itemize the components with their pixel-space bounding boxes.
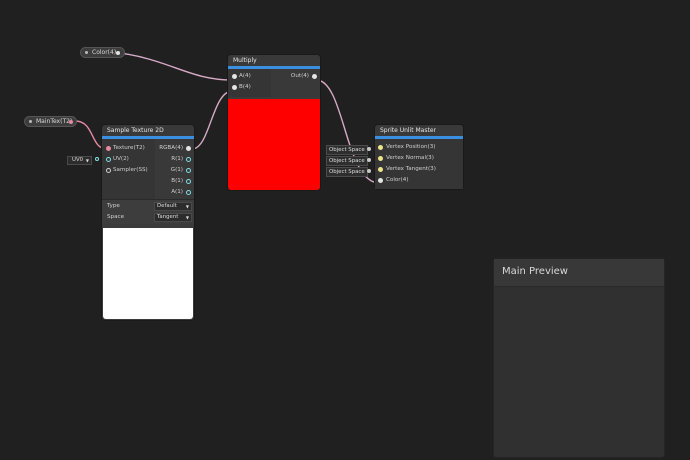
uv-channel-dropdown[interactable]: UV0 ▼: [67, 156, 92, 165]
color-socket-icon[interactable]: [378, 178, 383, 183]
port-label: Sampler(SS): [113, 167, 148, 173]
port-label: B(4): [239, 84, 251, 90]
maintex-output-socket-icon[interactable]: [69, 119, 73, 124]
vertex-normal-space-tag[interactable]: Object Space: [326, 156, 368, 166]
space-link-socket-icon: [367, 169, 371, 173]
wire-color-to-a: [119, 52, 233, 81]
rgba-socket-icon[interactable]: [186, 146, 191, 151]
port-label: RGBA(4): [159, 145, 183, 151]
main-preview-panel[interactable]: Main Preview: [493, 258, 665, 458]
chevron-down-icon: ▼: [85, 158, 89, 163]
a-socket-icon[interactable]: [232, 74, 237, 79]
chevron-down-icon: ▼: [185, 215, 189, 220]
sample-texture-2d-node[interactable]: Sample Texture 2D Texture(T2) UV(2) Samp…: [102, 125, 194, 320]
space-tag-label: Object Space: [329, 158, 365, 164]
uv-socket-icon[interactable]: [106, 157, 111, 162]
node-title: Sample Texture 2D: [102, 125, 194, 136]
wire-rgba-to-b: [191, 90, 233, 150]
maintex-property-node[interactable]: MainTex(T2): [24, 116, 77, 127]
output-port-a[interactable]: A(1): [156, 188, 194, 197]
port-label: A(4): [239, 73, 251, 79]
b-socket-icon[interactable]: [232, 85, 237, 90]
sampler-socket-icon[interactable]: [106, 168, 111, 173]
port-label: A(1): [171, 189, 183, 195]
port-label: G(1): [170, 167, 183, 173]
multiply-preview: [228, 99, 320, 190]
node-title: Multiply: [228, 55, 320, 66]
uv-link-socket-icon[interactable]: [95, 157, 99, 161]
output-port-rgba[interactable]: RGBA(4): [156, 144, 194, 153]
port-label: Color(4): [386, 177, 409, 183]
color-property-node[interactable]: Color(4): [80, 47, 125, 58]
port-label: Vertex Position(3): [386, 144, 436, 150]
type-dropdown[interactable]: Default ▼: [154, 202, 192, 211]
type-label: Type: [107, 203, 120, 209]
maintex-property-label: MainTex(T2): [36, 118, 73, 125]
output-port-out[interactable]: Out(4): [284, 72, 320, 81]
port-label: R(1): [171, 156, 183, 162]
space-tag-label: Object Space: [329, 147, 365, 153]
space-dropdown[interactable]: Tangent ▼: [154, 213, 192, 222]
sprite-unlit-master-node[interactable]: Sprite Unlit Master Vertex Position(3) V…: [375, 125, 463, 189]
space-value: Tangent: [157, 214, 179, 220]
property-dot-icon: [85, 51, 88, 54]
color-output-socket-icon[interactable]: [116, 50, 120, 55]
port-label: UV(2): [113, 156, 129, 162]
vertex-normal-socket-icon[interactable]: [378, 156, 383, 161]
color-property-label: Color(4): [92, 49, 117, 56]
a-socket-icon[interactable]: [186, 190, 191, 195]
node-title: Sprite Unlit Master: [375, 125, 463, 136]
r-socket-icon[interactable]: [186, 157, 191, 162]
port-label: Texture(T2): [113, 145, 145, 151]
space-link-socket-icon: [367, 158, 371, 162]
texture-preview: [103, 228, 193, 319]
property-dot-icon: [29, 120, 32, 123]
port-label: Vertex Normal(3): [386, 155, 434, 161]
out-socket-icon[interactable]: [312, 74, 317, 79]
output-port-r[interactable]: R(1): [156, 155, 194, 164]
space-link-socket-icon: [367, 147, 371, 151]
vertex-tangent-socket-icon[interactable]: [378, 167, 383, 172]
port-label: B(1): [171, 178, 183, 184]
uv-channel-value: UV0: [72, 157, 84, 163]
multiply-node[interactable]: Multiply A(4) B(4) Out(4): [228, 55, 320, 190]
port-label: Vertex Tangent(3): [386, 166, 436, 172]
output-port-b[interactable]: B(1): [156, 177, 194, 186]
texture-socket-icon[interactable]: [106, 146, 111, 151]
g-socket-icon[interactable]: [186, 168, 191, 173]
port-label: Out(4): [290, 73, 309, 79]
space-tag-label: Object Space: [329, 169, 365, 175]
vertex-position-socket-icon[interactable]: [378, 145, 383, 150]
space-label: Space: [107, 214, 125, 220]
b-socket-icon[interactable]: [186, 179, 191, 184]
vertex-tangent-space-tag[interactable]: Object Space: [326, 167, 368, 177]
chevron-down-icon: ▼: [185, 204, 189, 209]
main-preview-title: Main Preview: [494, 259, 664, 287]
type-value: Default: [157, 203, 177, 209]
output-port-g[interactable]: G(1): [156, 166, 194, 175]
vertex-position-space-tag[interactable]: Object Space: [326, 145, 368, 155]
